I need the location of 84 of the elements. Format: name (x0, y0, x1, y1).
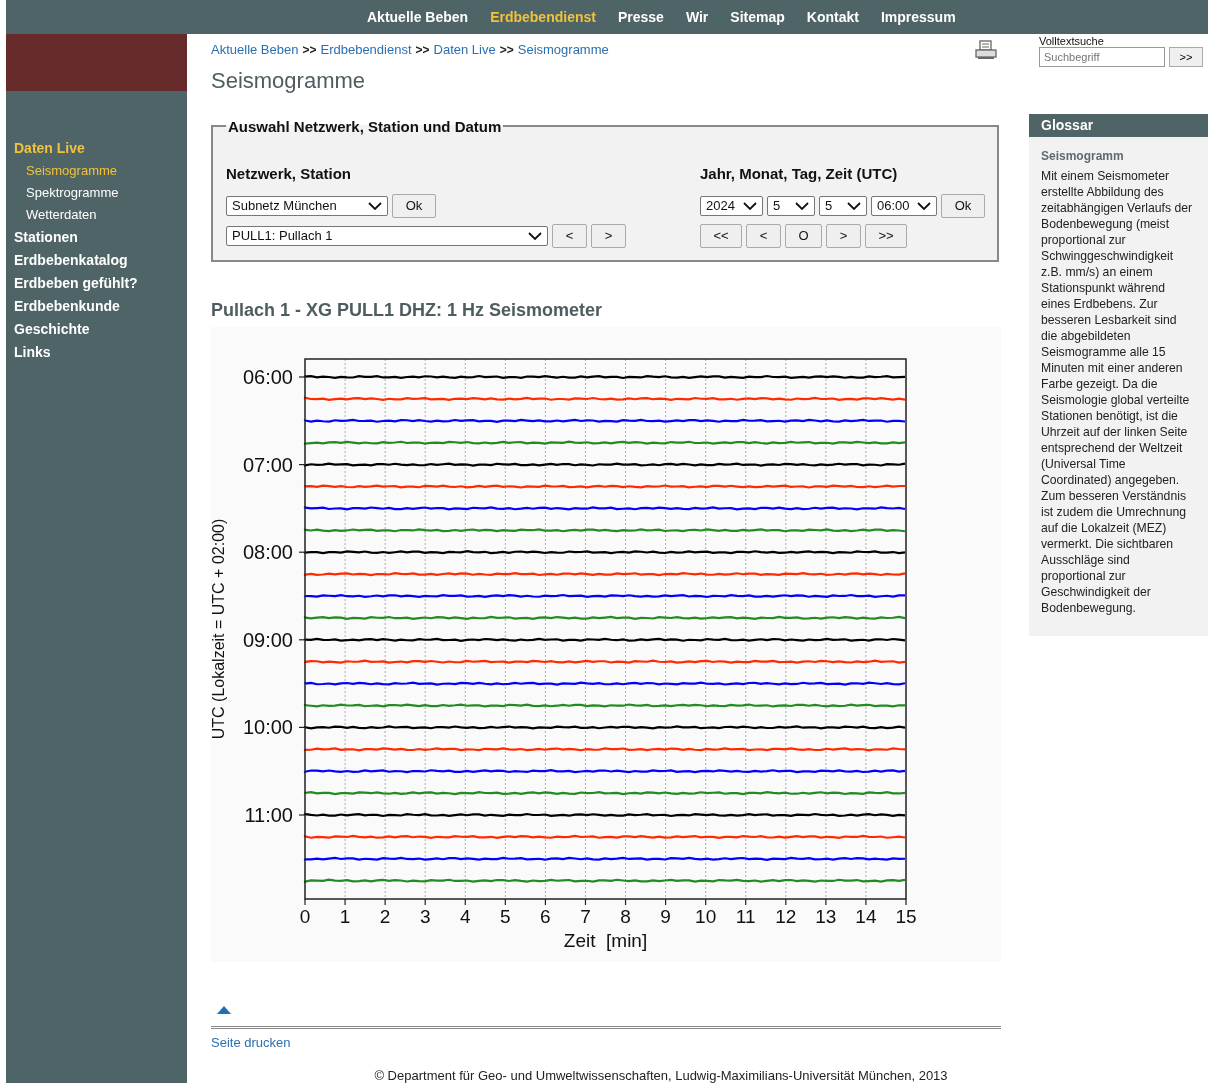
x-tick-label: 5 (500, 905, 511, 927)
chevron-down-icon (795, 201, 809, 210)
y-tick-label: 10:00 (242, 716, 293, 739)
x-tick-label: 6 (540, 905, 551, 927)
printer-icon[interactable] (975, 39, 997, 60)
x-tick-label: 11 (735, 905, 756, 927)
search-label: Volltextsuche (1038, 35, 1105, 47)
x-tick-label: 8 (620, 905, 631, 927)
nav-link[interactable]: Sitemap (719, 9, 796, 25)
network-select[interactable]: Subnetz München (226, 195, 388, 216)
date-select[interactable]: 06:00 (871, 195, 937, 216)
section-heading: Netzwerk, Station (226, 164, 353, 182)
x-tick-label: 10 (695, 905, 717, 927)
x-tick-label: 0 (299, 905, 311, 927)
date-select[interactable]: 5 (767, 195, 815, 216)
chevron-down-icon (528, 231, 542, 240)
y-tick-label: 06:00 (242, 365, 293, 388)
x-tick-label: 9 (660, 905, 671, 927)
breadcrumb-separator: >> (302, 42, 317, 57)
x-tick-label: 12 (775, 905, 797, 927)
step-button[interactable]: < (746, 223, 781, 248)
print-link[interactable]: Seite drucken (211, 1035, 291, 1050)
date-select[interactable]: 2024 (700, 195, 763, 216)
sidebar-item[interactable]: Erdbeben gefühlt? (14, 272, 187, 295)
date-select[interactable]: 5 (819, 195, 867, 216)
glossary-header: Glossar (1029, 114, 1208, 137)
page-title: Seismogramme (211, 67, 367, 94)
section-heading: Jahr, Monat, Tag, Zeit (UTC) (700, 164, 899, 182)
y-axis-label: UTC (Lokalzeit = UTC + 02:00) (211, 518, 227, 740)
step-button[interactable]: < (552, 223, 587, 248)
breadcrumb-separator: >> (415, 42, 430, 57)
ok-button[interactable]: Ok (392, 193, 436, 218)
x-tick-label: 3 (419, 905, 431, 927)
sidebar-subitem[interactable]: Wetterdaten (14, 204, 187, 226)
x-tick-label: 13 (815, 905, 837, 927)
station-select[interactable]: PULL1: Pullach 1 (226, 225, 548, 246)
y-tick-label: 09:00 (242, 628, 293, 651)
breadcrumb-link[interactable]: Daten Live (433, 42, 496, 58)
sidebar-item[interactable]: Erdbebenkunde (14, 295, 187, 318)
x-tick-label: 4 (460, 905, 471, 927)
step-button[interactable]: O (785, 223, 822, 248)
glossary-text: Mit einem Seismometer erstellte Abbildung des zeitabhängigen Verlaufs der Bodenbewegung (meist proportional zur Schwinggeschwindigkeit z.B. mm/s) an einem Stationspunkt während eines Erdbebens. Zur besseren Lesbarkeit sind die abgebildeten Seismogramme alle 15 Minuten mit einer anderen Farbe gezeigt. Da die Seismologie global verteilte Stationen benötigt, ist die Uhrzeit auf der linken Seite entsprechend der Weltzeit (Universal Time Coordinated) angegeben. Zum besseren Verständnis ist zudem die Umrechnung auf die Lokalzeit (MEZ) vermerkt. Die sichtbaren Ausschläge sind proportional zur Geschwindigkeit der Bodenbewegung. (1041, 168, 1194, 616)
plot-title: Pullach 1 - XG PULL1 DHZ: 1 Hz Seismometer (211, 299, 604, 321)
step-button[interactable]: >> (865, 223, 907, 248)
sidebar-subitem[interactable]: Spektrogramme (14, 182, 187, 204)
step-button[interactable]: > (826, 223, 861, 248)
chevron-down-icon (917, 201, 931, 210)
breadcrumb-link[interactable]: Aktuelle Beben (211, 42, 299, 58)
x-axis-label: Zeit [min] (563, 929, 648, 951)
breadcrumb-link[interactable]: Seismogramme (517, 42, 609, 58)
sidebar-item[interactable]: Erdbebenkatalog (14, 249, 187, 272)
x-tick-label: 1 (339, 905, 351, 927)
sidebar-item[interactable]: Stationen (14, 226, 187, 249)
x-tick-label: 7 (580, 905, 591, 927)
sidebar-item[interactable]: Daten Live (14, 137, 187, 160)
nav-link[interactable]: Wir (674, 9, 720, 25)
breadcrumb-link[interactable]: Erdbebendienst (320, 42, 412, 58)
nav-link[interactable]: Erdbebendienst (479, 9, 607, 25)
chevron-down-icon (847, 201, 861, 210)
step-button[interactable]: << (700, 223, 742, 248)
breadcrumb-separator: >> (499, 42, 514, 57)
nav-link[interactable]: Aktuelle Beben (356, 9, 480, 25)
y-tick-label: 07:00 (242, 453, 293, 476)
nav-link[interactable]: Kontakt (795, 9, 870, 25)
nav-link[interactable]: Presse (606, 9, 675, 25)
x-tick-label: 15 (895, 905, 917, 927)
panel-legend: Auswahl Netzwerk, Station und Datum (226, 117, 504, 135)
search-field[interactable]: Suchbegriff (1039, 47, 1165, 67)
y-tick-label: 08:00 (242, 540, 293, 563)
up-arrow-icon[interactable] (217, 1005, 231, 1014)
sidebar-item[interactable]: Geschichte (14, 318, 187, 341)
copyright-text: © Department für Geo- und Umweltwissenschaften, Ludwig-Maximilians-Universität München, 2013 (374, 1068, 948, 1083)
y-tick-label: 11:00 (244, 803, 293, 826)
sidebar-subitem[interactable]: Seismogramme (14, 160, 187, 182)
x-tick-label: 14 (855, 905, 877, 927)
nav-link[interactable]: Impressum (869, 9, 967, 25)
x-tick-label: 2 (379, 905, 391, 927)
sidebar-item[interactable]: Links (14, 341, 187, 364)
step-button[interactable]: > (591, 223, 626, 248)
search-button[interactable]: >> (1169, 47, 1203, 67)
chevron-down-icon (368, 201, 382, 210)
glossary-term: Seismogramm (1041, 149, 1125, 163)
ok-button[interactable]: Ok (941, 193, 985, 218)
chevron-down-icon (743, 201, 757, 210)
